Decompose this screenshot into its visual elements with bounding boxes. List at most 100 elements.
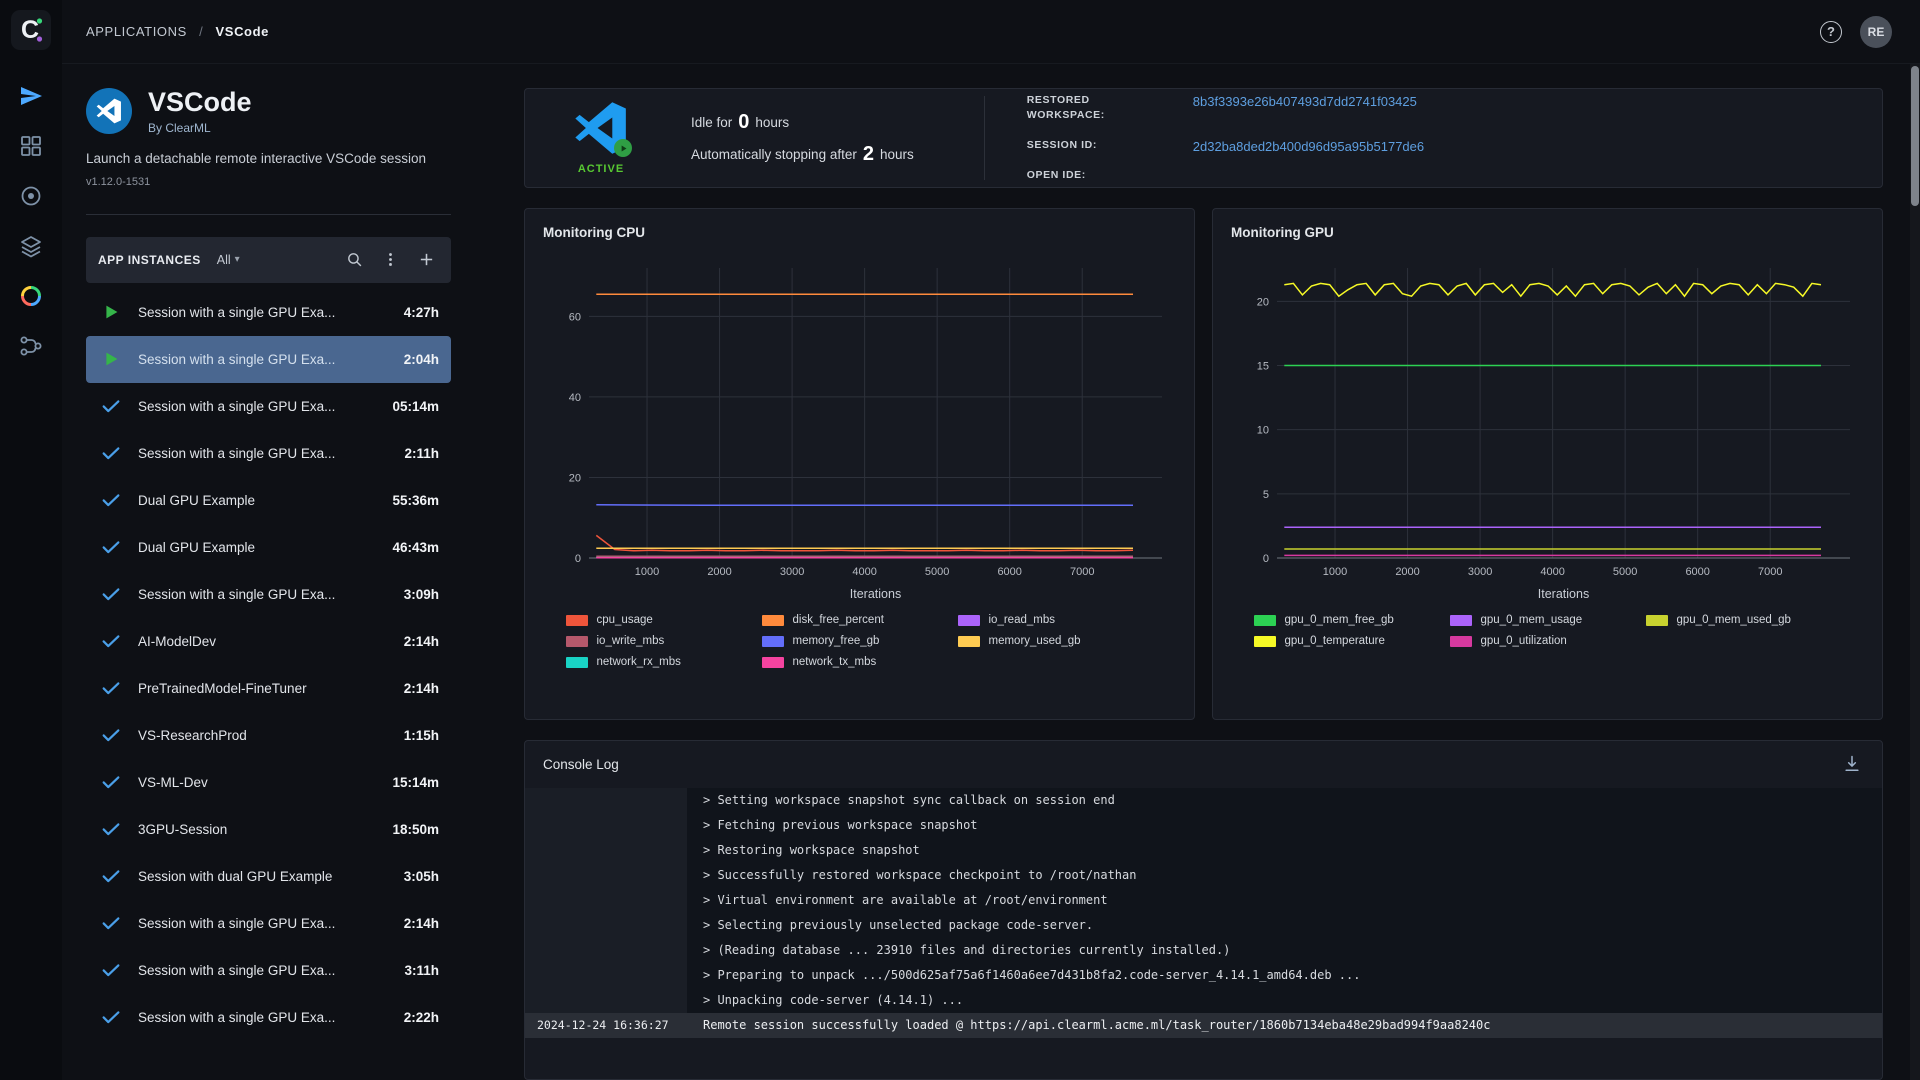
console-timestamp: 2024-12-24 16:36:27 [525, 1013, 687, 1038]
legend-item[interactable]: gpu_0_mem_used_gb [1646, 614, 1842, 626]
app-panel: VSCode By ClearML Launch a detachable re… [86, 88, 451, 1080]
add-instance-button[interactable] [413, 247, 439, 273]
legend-item[interactable]: gpu_0_utilization [1450, 635, 1646, 647]
instance-row[interactable]: Dual GPU Example46:43m [86, 524, 451, 571]
svg-text:2000: 2000 [1395, 566, 1419, 578]
breadcrumb-applications[interactable]: APPLICATIONS [86, 24, 187, 39]
console-row: > Fetching previous workspace snapshot [525, 813, 1882, 838]
help-icon[interactable]: ? [1820, 21, 1842, 43]
instance-row[interactable]: VS-ResearchProd1:15h [86, 712, 451, 759]
instance-name: Session with a single GPU Exa... [138, 352, 394, 367]
status-badge: ACTIVE [578, 163, 624, 175]
console-line-text: > (Reading database ... 23910 files and … [687, 938, 1882, 963]
svg-text:6000: 6000 [1685, 566, 1709, 578]
instance-name: 3GPU-Session [138, 822, 382, 837]
instance-duration: 46:43m [392, 540, 439, 555]
app-byline: By ClearML [148, 121, 252, 135]
search-icon[interactable] [341, 247, 367, 273]
gpu-monitoring-card: Monitoring GPU 1000200030004000500060007… [1212, 208, 1883, 720]
legend-item[interactable]: gpu_0_mem_free_gb [1254, 614, 1450, 626]
instance-row[interactable]: AI-ModelDev2:14h [86, 618, 451, 665]
instance-duration: 2:14h [404, 916, 439, 931]
instance-name: PreTrainedModel-FineTuner [138, 681, 394, 696]
clearml-logo[interactable]: C [11, 10, 51, 50]
check-icon [100, 1006, 122, 1028]
check-icon [100, 724, 122, 746]
instance-row[interactable]: Session with a single GPU Exa...2:14h [86, 900, 451, 947]
legend-item[interactable]: gpu_0_mem_usage [1450, 614, 1646, 626]
page-scrollbar[interactable] [1910, 64, 1920, 1080]
instance-duration: 2:04h [404, 352, 439, 367]
instance-row[interactable]: Session with a single GPU Exa...3:11h [86, 947, 451, 994]
console-row: > Unpacking code-server (4.14.1) ... [525, 988, 1882, 1013]
svg-text:Iterations: Iterations [850, 587, 901, 601]
legend-item[interactable]: io_write_mbs [566, 635, 762, 647]
legend-item[interactable]: memory_used_gb [958, 635, 1154, 647]
svg-text:0: 0 [1263, 553, 1269, 565]
check-icon [100, 959, 122, 981]
nav-item-applications-icon[interactable] [19, 84, 43, 108]
svg-text:15: 15 [1257, 361, 1269, 373]
instance-name: Session with dual GPU Example [138, 869, 394, 884]
svg-text:4000: 4000 [1540, 566, 1564, 578]
cpu-chart-legend: cpu_usage disk_free_percent io_read_mbs io_… [541, 614, 1178, 668]
play-icon [100, 348, 122, 370]
instance-row[interactable]: Session with a single GPU Exa...3:09h [86, 571, 451, 618]
legend-item[interactable]: io_read_mbs [958, 614, 1154, 626]
instance-row[interactable]: Session with a single GPU Exa...05:14m [86, 383, 451, 430]
instance-duration: 15:14m [392, 775, 439, 790]
instance-row[interactable]: Session with a single GPU Exa...2:22h [86, 994, 451, 1041]
console-row: > Successfully restored workspace checkp… [525, 863, 1882, 888]
instance-row[interactable]: PreTrainedModel-FineTuner2:14h [86, 665, 451, 712]
instance-name: Session with a single GPU Exa... [138, 399, 382, 414]
gpu-chart[interactable]: 100020003000400050006000700005101520Iter… [1229, 254, 1868, 604]
legend-swatch [566, 636, 588, 647]
svg-text:Iterations: Iterations [1538, 587, 1589, 601]
legend-item[interactable]: disk_free_percent [762, 614, 958, 626]
legend-item[interactable]: network_tx_mbs [762, 656, 958, 668]
instance-row[interactable]: Dual GPU Example55:36m [86, 477, 451, 524]
nav-item-pipelines-icon[interactable] [19, 334, 43, 358]
cpu-chart[interactable]: 10002000300040005000600070000204060Itera… [541, 254, 1180, 604]
instance-row[interactable]: VS-ML-Dev15:14m [86, 759, 451, 806]
legend-item[interactable]: gpu_0_temperature [1254, 635, 1450, 647]
legend-label: gpu_0_utilization [1481, 635, 1567, 647]
instance-row[interactable]: Session with a single GPU Exa...4:27h [86, 289, 451, 336]
legend-item[interactable]: memory_free_gb [762, 635, 958, 647]
nav-item-datasets-icon[interactable] [19, 234, 43, 258]
instance-name: Session with a single GPU Exa... [138, 446, 394, 461]
svg-text:7000: 7000 [1758, 566, 1782, 578]
console-line-text: > Setting workspace snapshot sync callba… [687, 788, 1882, 813]
chevron-down-icon: ▾ [235, 254, 240, 265]
legend-item[interactable]: network_rx_mbs [566, 656, 762, 668]
nav-item-tasks-icon[interactable] [19, 184, 43, 208]
instances-filter-dropdown[interactable]: All▾ [217, 253, 240, 267]
instance-duration: 2:22h [404, 1010, 439, 1025]
console-log-title: Console Log [543, 757, 619, 772]
legend-label: disk_free_percent [793, 614, 884, 626]
legend-item[interactable]: cpu_usage [566, 614, 762, 626]
console-log-body[interactable]: > Setting workspace snapshot sync callba… [525, 788, 1882, 1079]
svg-text:3000: 3000 [780, 566, 804, 578]
gpu-chart-legend: gpu_0_mem_free_gbgpu_0_mem_usagegpu_0_me… [1229, 614, 1866, 647]
legend-swatch [762, 657, 784, 668]
legend-swatch [566, 615, 588, 626]
check-icon [100, 583, 122, 605]
nav-item-projects-icon[interactable] [19, 134, 43, 158]
kebab-menu-icon[interactable] [377, 247, 403, 273]
console-line-text: > Unpacking code-server (4.14.1) ... [687, 988, 1882, 1013]
legend-swatch [1450, 636, 1472, 647]
instance-name: Dual GPU Example [138, 493, 382, 508]
instance-row[interactable]: Session with a single GPU Exa...2:11h [86, 430, 451, 477]
download-log-icon[interactable] [1842, 754, 1864, 776]
instance-row[interactable]: 3GPU-Session18:50m [86, 806, 451, 853]
app-instances-label: APP INSTANCES [98, 253, 201, 267]
avatar[interactable]: RE [1860, 16, 1892, 48]
instance-row[interactable]: Session with dual GPU Example3:05h [86, 853, 451, 900]
console-timestamp [525, 813, 687, 838]
app-version: v1.12.0-1531 [86, 176, 451, 188]
instance-row[interactable]: Session with a single GPU Exa... 2:04h [86, 336, 451, 383]
instance-name: VS-ResearchProd [138, 728, 394, 743]
nav-item-reports-icon[interactable] [19, 284, 43, 308]
page-scrollbar-thumb[interactable] [1911, 66, 1919, 206]
